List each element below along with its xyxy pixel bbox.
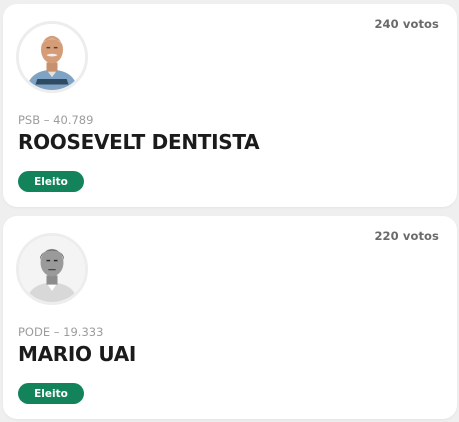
vote-count: 220 votos (374, 229, 439, 243)
candidate-card[interactable]: 240 votos PSB – 40.789 ROOSEVELT DENTIST… (3, 4, 457, 207)
party-number: PODE – 19.333 (18, 325, 104, 339)
vote-count: 240 votos (374, 17, 439, 31)
candidate-photo (16, 21, 88, 93)
party-number: PSB – 40.789 (18, 113, 94, 127)
candidate-photo (16, 233, 88, 305)
status-badge: Eleito (18, 383, 84, 404)
candidate-name: MARIO UAI (18, 342, 137, 366)
candidate-name: ROOSEVELT DENTISTA (18, 130, 260, 154)
status-badge: Eleito (18, 171, 84, 192)
candidate-card[interactable]: 220 votos PODE – 19.333 MARIO UAI Eleito (3, 216, 457, 419)
